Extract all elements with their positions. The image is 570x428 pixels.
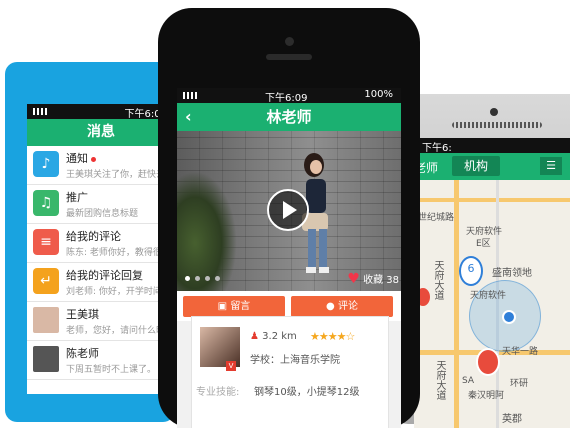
list-item-title: 推广 (66, 189, 88, 205)
list-item[interactable]: ≡ 给我的评论陈东: 老师你好，教得很 (27, 224, 175, 263)
list-item[interactable]: 王美琪老师，您好，请问什么时 (27, 302, 175, 341)
map-label: 秦汉明阿 (468, 391, 505, 401)
list-item-title: 给我的评论 (66, 228, 121, 244)
status-time: 下午6: (422, 143, 452, 154)
message-list: ♪ 通知王美琪关注了你，赶快去 ♫ 推广最新团购信息标题 ≡ 给我的评论陈东: 老师你好，… (27, 146, 175, 380)
speaker-icon: ♪ (33, 151, 59, 177)
map-road (414, 198, 570, 202)
list-item-subtitle: 下周五暂时不上课了。 (66, 365, 157, 375)
header: ‹ 林老师 (177, 103, 401, 131)
left-phone: 下午6:09 消息 ♪ 通知王美琪关注了你，赶快去 ♫ 推广最新团购信息标题 ≡ 给我的评… (5, 62, 175, 422)
teacher-profile-screen: 下午6:09 100% ‹ 林老师 ♥ 收藏 38 ▣ 留言 ● 评论 V ♟ … (177, 88, 401, 428)
battery-level: 100% (364, 89, 393, 100)
verified-badge: V (226, 361, 236, 371)
map-label: SA (462, 376, 475, 386)
back-icon[interactable]: ‹ (185, 103, 192, 131)
reply-icon: ↵ (33, 268, 59, 294)
leave-message-button[interactable]: ▣ 留言 (183, 296, 285, 317)
map-label: 天府大道 (434, 360, 445, 400)
list-item-subtitle: 刘老师: 你好，开学时间 (66, 287, 162, 297)
map-label: 盛南领地 (492, 268, 532, 279)
tab-institution[interactable]: 机构 (452, 156, 500, 176)
list-item-title-text: 陈老师 (66, 347, 99, 360)
list-item[interactable]: ↵ 给我的评论回复刘老师: 你好，开学时间 (27, 263, 175, 302)
earpiece (266, 54, 312, 60)
star-filled-icon: ★ (327, 330, 338, 343)
map-header: 老师 机构 ☰ (414, 153, 570, 180)
menu-icon[interactable]: ☰ (540, 157, 562, 175)
list-item-subtitle: 王美琪关注了你，赶快去 (66, 170, 166, 180)
signal-icon (183, 92, 197, 99)
avatar (33, 346, 59, 372)
person-icon: ♟ (250, 331, 259, 342)
bell-icon: ♫ (33, 190, 59, 216)
favorite-label: 收藏 38 (363, 275, 399, 286)
distance-value: 3.2 km (262, 331, 297, 342)
list-item[interactable]: ♫ 推广最新团购信息标题 (27, 185, 175, 224)
favorite-count[interactable]: ♥ 收藏 38 (347, 271, 399, 287)
map-view[interactable]: 6 世纪城路 天府软件 E区 盛南领地 天府大道 天府软件 天府大道 天华一路 … (414, 180, 570, 428)
page-title: 林老师 (266, 108, 312, 126)
status-bar: 下午6:09 (27, 104, 175, 120)
star-empty-icon: ☆ (345, 330, 356, 343)
list-item[interactable]: ♪ 通知王美琪关注了你，赶快去 (27, 146, 175, 185)
list-item-subtitle: 最新团购信息标题 (66, 209, 139, 219)
page-title: 消息 (27, 119, 175, 146)
map-road (454, 180, 459, 428)
list-item-title-text: 王美琪 (66, 308, 99, 321)
messages-screen: 下午6:09 消息 ♪ 通知王美琪关注了你，赶快去 ♫ 推广最新团购信息标题 ≡ 给我的评… (27, 104, 175, 394)
map-label: 英郡 (502, 414, 522, 425)
cluster-marker[interactable]: 6 (459, 256, 483, 286)
camera-icon (490, 108, 498, 116)
status-time: 下午6:09 (265, 93, 308, 104)
avatar (33, 307, 59, 333)
status-bar: 下午6:09 100% (177, 88, 401, 104)
map-label: 天华一路 (502, 347, 539, 357)
status-bar: 下午6: (414, 138, 570, 154)
skills-value: 钢琴10级，小提琴12级 (254, 387, 360, 398)
list-item-title-text: 推广 (66, 191, 88, 204)
carousel-dots (185, 266, 225, 285)
speaker-grille (452, 122, 542, 128)
map-pin-icon[interactable] (476, 348, 500, 376)
map-label: 环研 (510, 379, 529, 389)
list-item-title: 陈老师 (66, 345, 99, 361)
star-filled-icon: ★ (310, 330, 320, 343)
unread-dot-icon (91, 156, 96, 162)
heart-icon[interactable]: ♥ (347, 271, 360, 287)
rating-stars: ★★★★☆ (310, 330, 356, 343)
list-item-title: 给我的评论回复 (66, 267, 143, 283)
list-item-title: 通知 (66, 150, 96, 166)
clipboard-icon: ▣ (217, 301, 231, 312)
list-item-subtitle: 陈东: 老师你好，教得很 (66, 248, 162, 258)
play-icon[interactable] (267, 189, 309, 231)
teacher-video[interactable]: ♥ 收藏 38 (177, 131, 401, 291)
list-item[interactable]: 陈老师下周五暂时不上课了。 (27, 341, 175, 380)
signal-icon (33, 108, 47, 115)
star-filled-icon: ★ (318, 330, 329, 343)
center-phone: 下午6:09 100% ‹ 林老师 ♥ 收藏 38 ▣ 留言 ● 评论 V ♟ … (158, 8, 420, 428)
comment-label: 评论 (337, 301, 358, 312)
map-label: E区 (476, 239, 491, 249)
map-label: 天府软件 (470, 291, 507, 301)
list-item-title-text: 给我的评论回复 (66, 269, 143, 282)
chat-bubble-icon: ● (326, 301, 338, 312)
distance: ♟ 3.2 km (250, 331, 297, 342)
map-screen: 下午6: 老师 机构 ☰ 6 世纪城路 天府软件 E区 盛南领地 天府大道 天府… (414, 138, 570, 428)
list-item-title-text: 给我的评论 (66, 230, 121, 243)
list-item-title: 王美琪 (66, 306, 99, 322)
map-label: 世纪城路 (418, 213, 455, 223)
comment-icon: ≡ (33, 229, 59, 255)
skills-label: 专业技能: (196, 387, 240, 398)
list-item-subtitle: 老师，您好，请问什么时 (66, 326, 166, 336)
camera-icon (285, 37, 294, 46)
star-filled-icon: ★ (336, 330, 347, 343)
comment-button[interactable]: ● 评论 (291, 296, 393, 317)
list-item-title-text: 通知 (66, 152, 88, 165)
leave-message-label: 留言 (230, 301, 251, 312)
my-location-icon (502, 310, 516, 324)
school: 学校：上海音乐学院 (250, 355, 340, 366)
teacher-info-card[interactable]: V ♟ 3.2 km ★★★★☆ 学校：上海音乐学院 专业技能: 钢琴10级，小… (191, 316, 389, 428)
map-label: 天府大道 (432, 260, 443, 300)
